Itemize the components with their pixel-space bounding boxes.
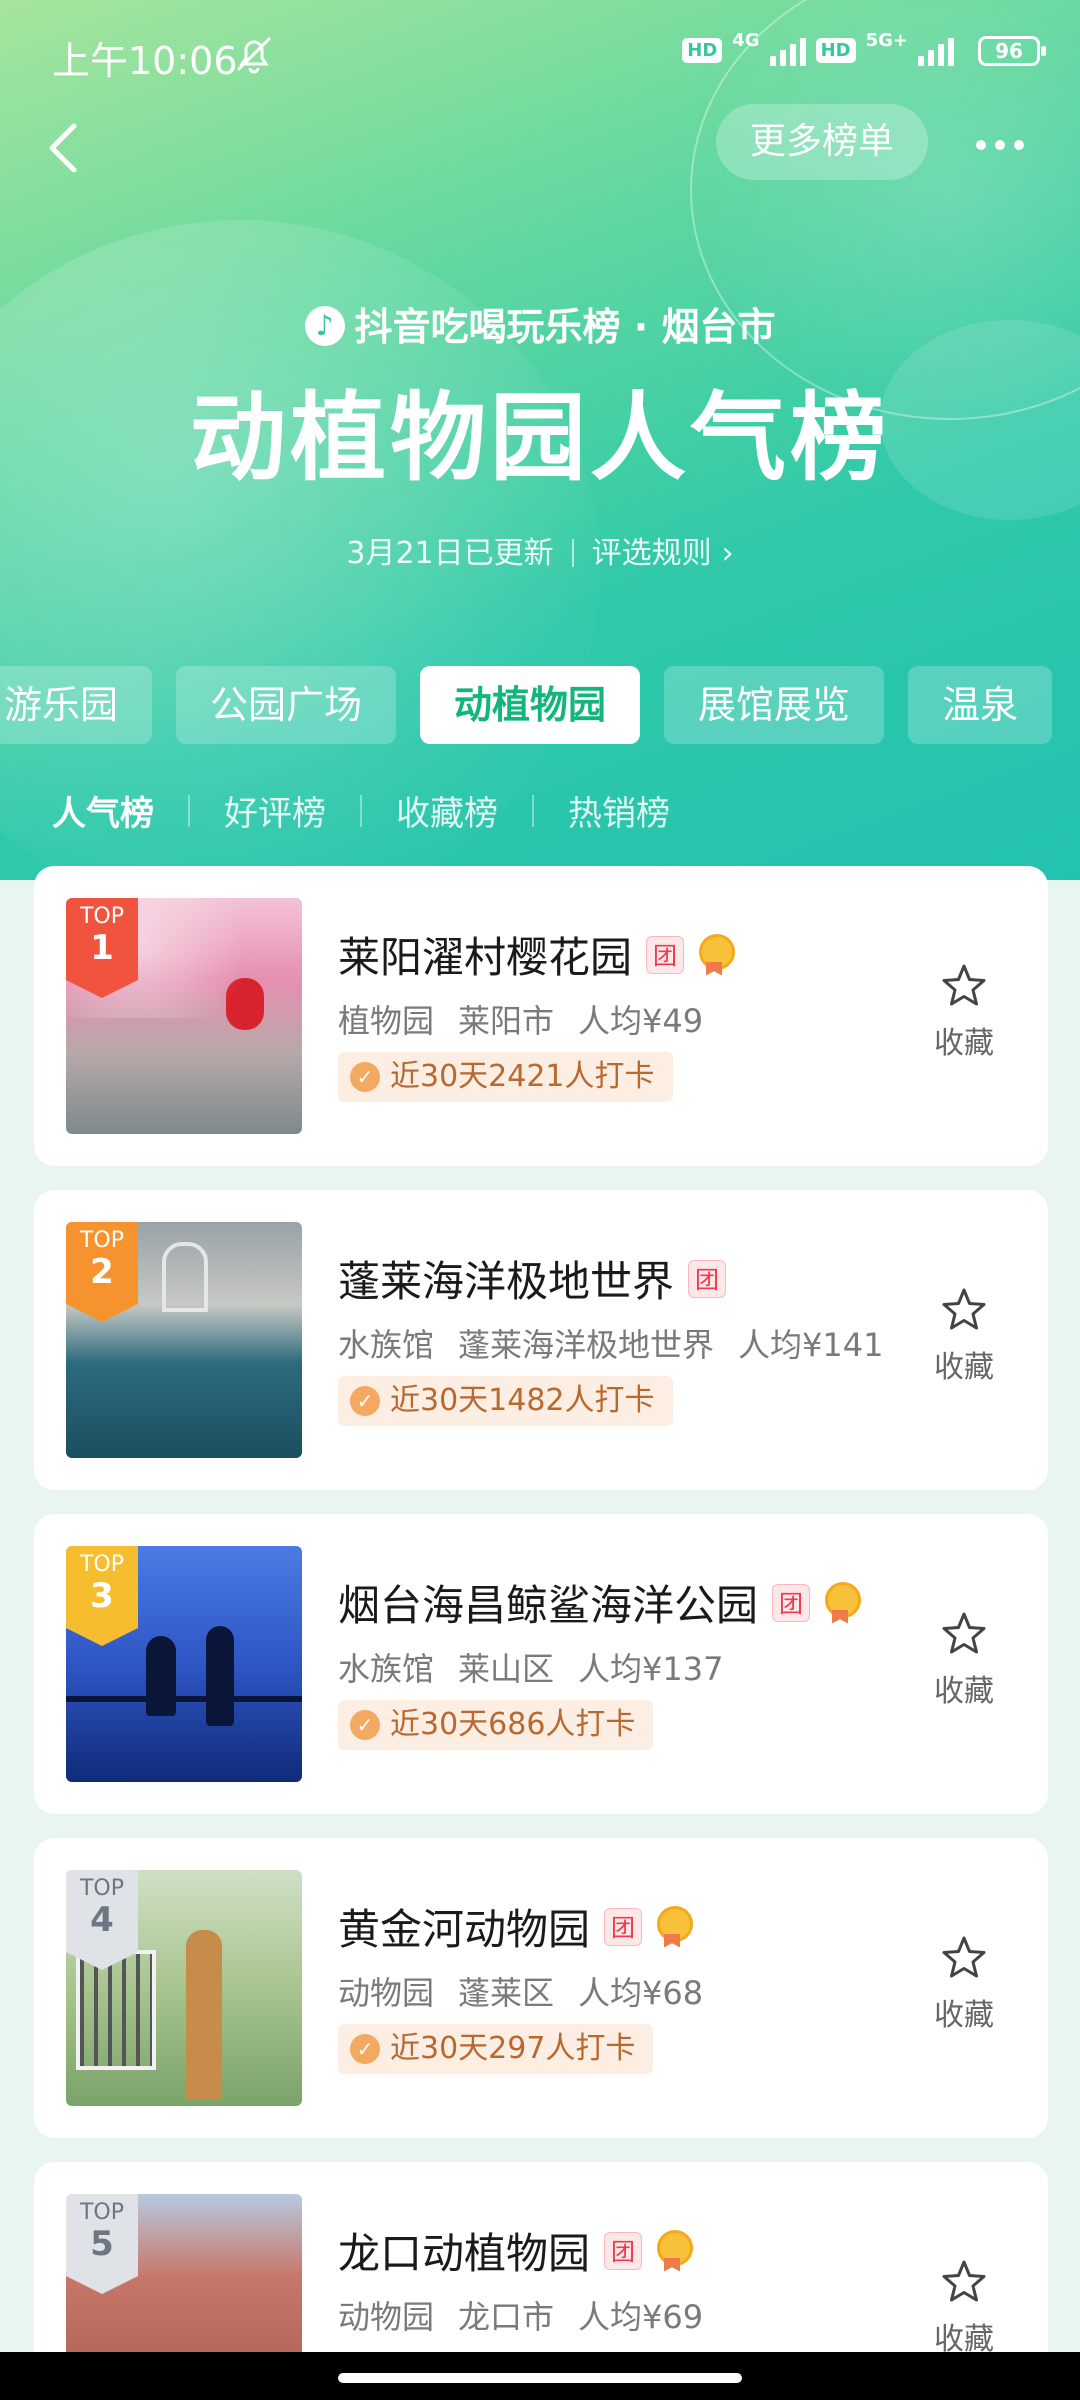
group-buy-badge: 团	[646, 935, 685, 974]
ranking-list: TOP1 莱阳濯村樱花园团 植物园莱阳市人均¥49 近30天2421人打卡 收藏	[0, 860, 1080, 2400]
checkin-badge: 近30天2421人打卡	[338, 1052, 673, 1102]
place-meta: 植物园 莱阳市 人均¥49	[338, 1002, 704, 1040]
status-bar: 上午10:06 HD 4G HD 5G+ 96	[0, 0, 1080, 110]
network-label: 5G+	[865, 30, 908, 51]
medal-icon	[822, 1581, 862, 1624]
star-icon	[942, 1288, 986, 1330]
hd-badge: HD	[815, 38, 856, 63]
divider	[188, 794, 190, 827]
group-buy-badge: 团	[772, 1583, 811, 1622]
divider	[571, 539, 574, 567]
place-name: 黄金河动物园团	[338, 1896, 694, 1957]
star-icon	[942, 964, 986, 1006]
rank-badge: TOP 5	[66, 2194, 138, 2294]
screen: 上午10:06 HD 4G HD 5G+ 96 更多榜单 抖音吃喝玩乐榜 · 烟…	[0, 0, 1080, 2400]
tab-favorites[interactable]: 收藏榜	[396, 786, 498, 835]
group-buy-badge: 团	[604, 1907, 643, 1946]
group-buy-badge: 团	[688, 1259, 727, 1298]
medal-icon	[696, 933, 736, 976]
brand-line: 抖音吃喝玩乐榜 · 烟台市	[0, 296, 1080, 351]
list-item[interactable]: TOP1 莱阳濯村樱花园团 植物园莱阳市人均¥49 近30天2421人打卡 收藏	[34, 866, 1048, 1166]
rank-badge: TOP 3	[66, 1546, 138, 1646]
rules-link[interactable]: 评选规则	[592, 536, 712, 571]
douyin-logo-icon	[304, 306, 345, 346]
tab-exhibitions[interactable]: 展馆展览	[664, 666, 885, 744]
rank-badge: TOP 4	[66, 1870, 138, 1970]
list-item[interactable]: TOP2 蓬莱海洋极地世界团 水族馆蓬莱海洋极地世界人均¥141 近30天148…	[34, 1190, 1048, 1490]
rank-badge: TOP 2	[66, 1222, 138, 1322]
mute-bell-icon	[236, 36, 272, 74]
more-lists-button[interactable]: 更多榜单	[716, 104, 928, 180]
status-time: 上午10:06	[52, 39, 238, 83]
brand-text: 抖音吃喝玩乐榜 · 烟台市	[354, 305, 776, 349]
tab-best-selling[interactable]: 热销榜	[568, 786, 670, 835]
favorite-button[interactable]: 收藏	[914, 1286, 1014, 1386]
list-item[interactable]: TOP4 黄金河动物园团 动物园蓬莱区人均¥68 近30天297人打卡 收藏	[34, 1838, 1048, 2138]
favorite-button[interactable]: 收藏	[914, 962, 1014, 1062]
place-name: 莱阳濯村樱花园团	[338, 924, 736, 985]
signal-icon	[769, 36, 806, 66]
home-indicator[interactable]	[338, 2373, 742, 2383]
update-line: 3月21日已更新 评选规则 ›	[0, 528, 1080, 572]
place-name: 烟台海昌鲸鲨海洋公园团	[338, 1572, 862, 1633]
tab-parks-squares[interactable]: 公园广场	[176, 666, 397, 744]
star-icon	[942, 2260, 986, 2302]
tab-rating[interactable]: 好评榜	[224, 786, 326, 835]
list-item[interactable]: TOP 5 龙口动植物园团 动物园 龙口市 人均¥69 收藏	[34, 2162, 1048, 2400]
medal-icon	[654, 1905, 694, 1948]
rank-badge: TOP 1	[66, 898, 138, 998]
place-meta: 水族馆 蓬莱海洋极地世界 人均¥141	[338, 1326, 884, 1364]
tab-zoos-botanical[interactable]: 动植物园	[420, 666, 641, 744]
place-name: 龙口动植物园团	[338, 2220, 694, 2281]
tab-popularity[interactable]: 人气榜	[52, 786, 154, 835]
page-title: 动植物园人气榜	[190, 382, 890, 494]
place-photo: TOP 1	[66, 898, 302, 1134]
checkin-badge: 近30天1482人打卡	[338, 1376, 673, 1426]
star-icon	[942, 1612, 986, 1654]
place-meta: 动物园 蓬莱区 人均¥68	[338, 1974, 704, 2012]
place-photo: TOP 3	[66, 1546, 302, 1782]
check-badge-icon	[350, 2034, 380, 2064]
battery-icon: 96	[978, 35, 1046, 66]
place-meta: 水族馆 莱山区 人均¥137	[338, 1650, 724, 1688]
divider	[532, 794, 534, 827]
place-photo: TOP 2	[66, 1222, 302, 1458]
place-meta: 动物园 龙口市 人均¥69	[338, 2298, 704, 2336]
tab-hot-springs[interactable]: 温泉	[908, 666, 1053, 744]
check-badge-icon	[350, 1386, 380, 1416]
checkin-badge: 近30天686人打卡	[338, 1700, 654, 1750]
category-tabs: 游乐园 公园广场 动植物园 展馆展览 温泉	[0, 666, 1053, 744]
chevron-right-icon: ›	[721, 536, 734, 571]
updated-text: 3月21日已更新	[346, 536, 554, 571]
check-badge-icon	[350, 1710, 380, 1740]
status-indicators: HD 4G HD 5G+ 96	[682, 30, 1046, 71]
network-label: 4G	[732, 30, 760, 51]
favorite-button[interactable]: 收藏	[914, 2258, 1014, 2358]
checkin-badge: 近30天297人打卡	[338, 2024, 654, 2074]
check-badge-icon	[350, 1062, 380, 1092]
list-item[interactable]: TOP3 烟台海昌鲸鲨海洋公园团 水族馆莱山区人均¥137 近30天686人打卡…	[34, 1514, 1048, 1814]
divider	[360, 794, 362, 827]
signal-icon	[918, 36, 954, 66]
hd-badge: HD	[682, 38, 723, 63]
place-name: 蓬莱海洋极地世界团	[338, 1248, 727, 1309]
group-buy-badge: 团	[604, 2231, 643, 2270]
favorite-button[interactable]: 收藏	[914, 1610, 1014, 1710]
tab-amusement-park[interactable]: 游乐园	[0, 666, 153, 744]
more-options-icon[interactable]	[976, 125, 1032, 165]
medal-icon	[654, 2229, 694, 2272]
ranking-tabs: 人气榜 好评榜 收藏榜 热销榜	[52, 786, 670, 835]
place-photo: TOP 4	[66, 1870, 302, 2106]
star-icon	[942, 1936, 986, 1978]
back-arrow-icon[interactable]	[40, 118, 90, 178]
favorite-button[interactable]: 收藏	[914, 1934, 1014, 2034]
